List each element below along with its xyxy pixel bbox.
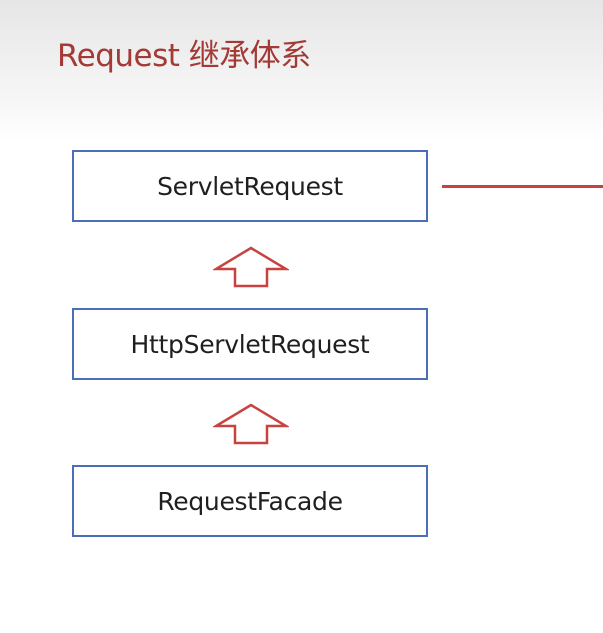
class-box-requestfacade: RequestFacade <box>72 465 428 537</box>
class-label: ServletRequest <box>157 171 343 201</box>
diagram-title: Request 继承体系 <box>57 38 311 74</box>
class-box-servletrequest: ServletRequest <box>72 150 428 222</box>
connector-line <box>442 185 603 188</box>
class-label: HttpServletRequest <box>130 329 370 359</box>
inheritance-arrow-icon <box>213 403 289 445</box>
class-box-httpservletrequest: HttpServletRequest <box>72 308 428 380</box>
inheritance-arrow-icon <box>213 246 289 288</box>
class-label: RequestFacade <box>157 486 343 516</box>
